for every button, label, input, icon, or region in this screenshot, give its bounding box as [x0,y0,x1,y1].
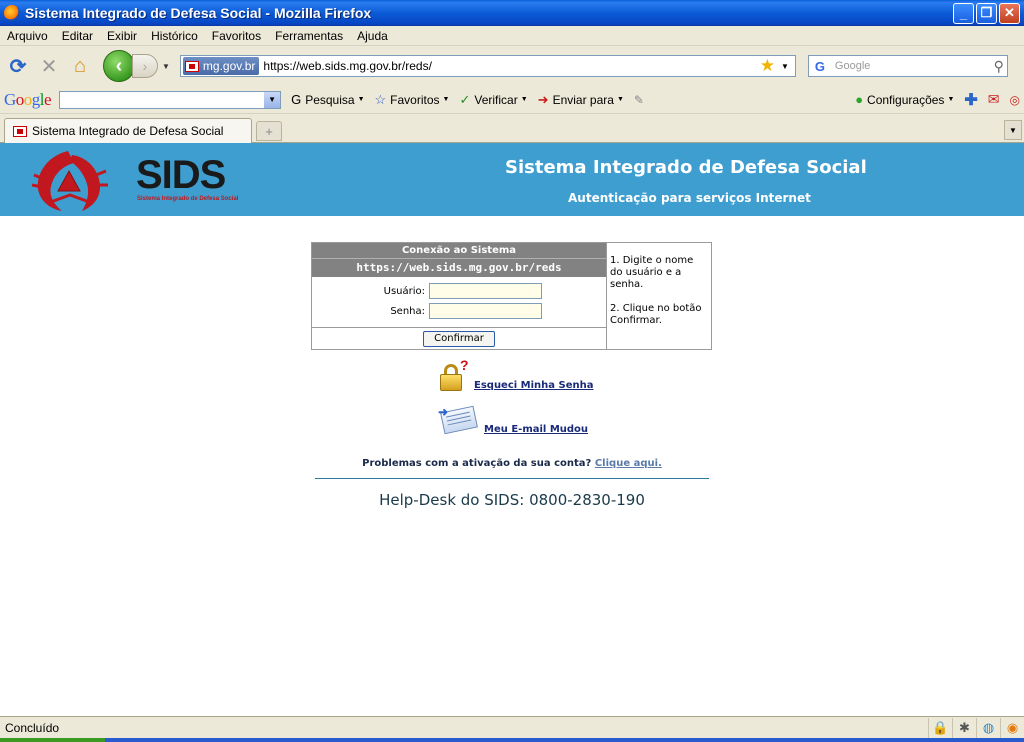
forward-button[interactable]: › [132,54,158,78]
menu-bar: Arquivo Editar Exibir Histórico Favorito… [0,26,1024,46]
firefox-icon [4,5,20,21]
activation-problem-line: Problemas com a ativação da sua conta? C… [0,458,1024,469]
highlighter-icon[interactable]: ✎ [634,93,644,107]
menu-editar[interactable]: Editar [55,29,100,43]
lock-question-icon[interactable]: ? [438,357,469,391]
bug-icon[interactable]: ✱ [952,717,976,738]
site-identity-label: mg.gov.br [202,59,256,73]
close-button[interactable]: ✕ [999,2,1020,24]
verificar-button[interactable]: ✓ Verificar ▼ [459,92,527,108]
google-engine-icon[interactable]: G [812,58,828,74]
status-text: Concluído [5,720,60,735]
banner-subtitle: Autenticação para serviços Internet [568,191,811,205]
menu-exibir[interactable]: Exibir [100,29,144,43]
password-label: Senha: [390,305,425,317]
menu-ferramentas[interactable]: Ferramentas [268,29,350,43]
window-titlebar: Sistema Integrado de Defesa Social - Moz… [0,0,1024,26]
banner-title: Sistema Integrado de Defesa Social [505,157,867,178]
search-input[interactable]: Google [831,60,994,72]
firefox-status-icon[interactable]: ◉ [1000,717,1024,738]
chevron-down-icon[interactable]: ▼ [264,91,281,108]
user-input[interactable] [429,283,542,299]
padlock-icon[interactable]: 🔒 [928,717,952,738]
enviar-para-button[interactable]: ➜ Enviar para ▼ [538,92,624,108]
password-row: Senha: [312,301,606,321]
taskbar-strip [0,738,1024,742]
minimize-button[interactable]: _ [953,2,974,24]
instruction-step-2: 2. Clique no botão Confirmar. [610,303,702,326]
sids-logo-text: SIDS [136,153,226,197]
email-changed-row: ➜ Meu E-mail Mudou [438,403,588,435]
add-button-icon[interactable]: ✚ [964,90,977,110]
header-banner: SIDS Sistema Integrado de Defesa Social … [0,143,1024,216]
tab-favicon-icon [13,125,27,137]
configuracoes-button[interactable]: ● Configurações ▼ [855,92,954,107]
mail-icon[interactable]: ✉ [988,91,1000,108]
tab-list-dropdown-icon[interactable]: ▼ [1004,120,1022,140]
google-g-icon: G [291,92,302,107]
globe-icon[interactable]: ◍ [976,717,1000,738]
confirm-button[interactable]: Confirmar [423,330,495,347]
divider [315,478,709,479]
status-bar: Concluído 🔒 ✱ ◍ ◉ [0,716,1024,738]
tab-label: Sistema Integrado de Defesa Social [32,124,224,138]
star-icon: ☆ [374,91,387,107]
menu-ajuda[interactable]: Ajuda [350,29,395,43]
url-bar[interactable]: mg.gov.br https://web.sids.mg.gov.br/red… [179,55,796,77]
helpdesk-phone: Help-Desk do SIDS: 0800-2830-190 [379,491,645,509]
spellcheck-icon: ✓ [459,91,471,107]
forgot-password-link[interactable]: Esqueci Minha Senha [474,380,594,391]
orkut-icon[interactable]: ◎ [1010,93,1020,107]
tab-strip: Sistema Integrado de Defesa Social + ▼ [0,115,1024,143]
google-logo: Google [4,89,52,109]
login-actions: Confirmar [312,328,606,349]
forgot-password-row: ? Esqueci Minha Senha [438,357,594,391]
menu-historico[interactable]: Histórico [144,29,205,43]
stop-icon[interactable]: ✕ [36,53,62,79]
url-text[interactable]: https://web.sids.mg.gov.br/reds/ [259,59,759,73]
history-dropdown-icon[interactable]: ▼ [162,62,170,71]
pesquisa-button[interactable]: G Pesquisa ▼ [291,92,364,107]
window-title: Sistema Integrado de Defesa Social - Moz… [25,5,372,21]
menu-arquivo[interactable]: Arquivo [0,29,55,43]
search-icon[interactable]: ⚲ [994,58,1004,75]
user-label: Usuário: [383,285,425,297]
password-input[interactable] [429,303,542,319]
page-content: SIDS Sistema Integrado de Defesa Social … [0,143,1024,716]
send-icon: ➜ [537,91,549,107]
login-form: Conexão ao Sistema https://web.sids.mg.g… [312,243,607,349]
new-tab-button[interactable]: + [256,121,282,141]
login-panel: Conexão ao Sistema https://web.sids.mg.g… [311,242,712,350]
sids-logo-subtitle: Sistema Integrado de Defesa Social [137,196,239,202]
tab-sids[interactable]: Sistema Integrado de Defesa Social [4,118,252,143]
email-changed-link[interactable]: Meu E-mail Mudou [484,424,588,435]
sids-emblem-icon [31,151,108,211]
login-heading: Conexão ao Sistema [312,243,606,259]
favoritos-button[interactable]: ☆ Favoritos ▼ [375,92,450,108]
activation-help-link[interactable]: Clique aqui. [595,458,662,469]
google-toolbar: Google ▼ G Pesquisa ▼ ☆ Favoritos ▼ ✓ Verific… [0,86,1024,114]
user-row: Usuário: [312,281,606,301]
bookmark-star-icon[interactable]: ★ [760,56,775,76]
sids-logo: SIDS Sistema Integrado de Defesa Social [30,145,238,215]
navigation-toolbar: ⟳ ✕ ⌂ ‹ › ▼ mg.gov.br https://web.sids.m… [0,46,1024,86]
maximize-button[interactable]: ❐ [976,2,997,24]
email-icon[interactable]: ➜ [438,403,478,435]
login-url: https://web.sids.mg.gov.br/reds [312,259,606,277]
instruction-step-1: 1. Digite o nome do usuário e a senha. [610,255,694,290]
site-identity-button[interactable]: mg.gov.br [182,57,260,75]
url-dropdown-icon[interactable]: ▼ [781,62,789,71]
home-icon[interactable]: ⌂ [67,53,93,79]
google-toolbar-search-input[interactable]: ▼ [59,90,282,109]
activation-problem-text: Problemas com a ativação da sua conta? [362,458,592,469]
green-dot-icon: ● [855,92,864,107]
login-instructions: 1. Digite o nome do usuário e a senha. 2… [607,243,711,349]
search-box[interactable]: G Google ⚲ [807,55,1008,77]
site-favicon-icon [184,60,199,72]
login-fields: Usuário: Senha: [312,277,606,328]
menu-favoritos[interactable]: Favoritos [205,29,268,43]
back-button[interactable]: ‹ [103,50,135,82]
reload-icon[interactable]: ⟳ [5,53,31,79]
